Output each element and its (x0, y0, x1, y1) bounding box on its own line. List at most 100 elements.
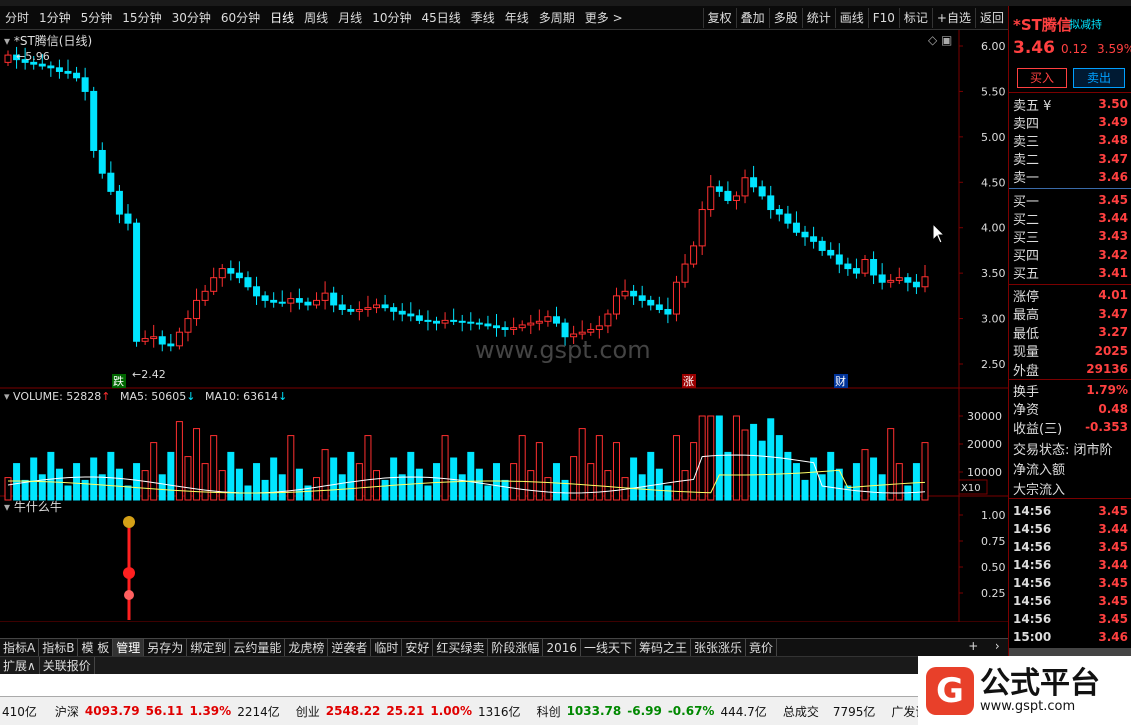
collapse-icon[interactable]: ▾ (4, 500, 10, 514)
volume-bar (484, 485, 492, 501)
tick-time: 14:56 (1013, 540, 1052, 554)
indicator-tab-13[interactable]: 2016 (543, 638, 581, 657)
price-axis-label: 2.50 (981, 358, 1006, 371)
candle-body (707, 186, 715, 211)
period-item-13[interactable]: 多周期 (534, 7, 580, 29)
volume-bar (887, 428, 895, 501)
chevron-right-icon[interactable]: › (995, 639, 1000, 656)
indicator-tab-17[interactable]: 竟价 (746, 638, 778, 657)
volume-bar (201, 463, 209, 501)
sh-label[interactable]: 沪深 (55, 703, 79, 720)
volume-bar (175, 421, 183, 501)
tick-time: 14:56 (1013, 522, 1052, 536)
collapse-icon[interactable]: ▾ (4, 390, 10, 403)
buy-button[interactable]: 买入 (1017, 68, 1067, 88)
volume-bar (501, 479, 509, 501)
toolbar-button-7[interactable]: +自选 (931, 8, 975, 28)
ask-value: 3.48 (1098, 133, 1128, 148)
candle-body (801, 231, 809, 238)
toolbar-button-4[interactable]: 画线 (834, 8, 868, 28)
candle-body (844, 263, 852, 270)
period-item-9[interactable]: 10分钟 (367, 7, 416, 29)
toolbar-button-2[interactable]: 多股 (768, 8, 802, 28)
candle-body (167, 343, 175, 347)
indicator-tab-2[interactable]: 模 板 (78, 638, 114, 657)
stat2-row-1: 净资 0.48 (1013, 400, 1128, 419)
volume-bar (167, 451, 175, 501)
volume-bar (647, 451, 655, 501)
stat-value: 29136 (1086, 362, 1128, 376)
indicator-tab-14[interactable]: 一线天下 (581, 638, 636, 657)
period-item-3[interactable]: 15分钟 (117, 7, 166, 29)
candle-body (184, 318, 192, 333)
toolbar-button-5[interactable]: F10 (867, 8, 899, 28)
candle-body (758, 186, 766, 197)
volume-bar (98, 474, 106, 501)
period-item-11[interactable]: 季线 (466, 7, 500, 29)
toolbar-button-6[interactable]: 标记 (898, 8, 932, 28)
indicator-tab-4[interactable]: 另存为 (144, 638, 188, 657)
plus-icon[interactable]: + (968, 639, 978, 656)
indicator-tab-6[interactable]: 云约量能 (230, 638, 286, 657)
chart-title: ▾ *ST腾信(日线) (4, 32, 92, 49)
sell-button[interactable]: 卖出 (1073, 68, 1125, 88)
period-item-4[interactable]: 30分钟 (167, 7, 216, 29)
volume-bar (878, 474, 886, 501)
volume-bar (364, 435, 372, 501)
indicator-tab-0[interactable]: 指标A (0, 638, 40, 657)
indicator-tab-8[interactable]: 逆袭者 (328, 638, 372, 657)
indicator-tab-16[interactable]: 张张涨乐 (691, 638, 747, 657)
period-item-12[interactable]: 年线 (500, 7, 534, 29)
tick-price: 3.44 (1098, 522, 1128, 536)
period-item-8[interactable]: 月线 (333, 7, 367, 29)
volume-bar (818, 474, 826, 501)
period-item-5[interactable]: 60分钟 (216, 7, 265, 29)
total-label: 总成交 (782, 704, 819, 719)
stat-label: 现量 (1013, 345, 1040, 360)
candle-body (304, 301, 312, 306)
period-item-6[interactable]: 日线 (265, 7, 299, 29)
indicator-tab-11[interactable]: 红买绿卖 (433, 638, 489, 657)
toolbar-button-1[interactable]: 叠加 (735, 8, 769, 28)
indicator-tab-7[interactable]: 龙虎榜 (285, 638, 329, 657)
chart-canvas[interactable]: 6.00 5.50 5.00 4.50 4.00 3.50 3.00 2.50 30000 200… (0, 30, 1008, 622)
candle-body (278, 301, 286, 304)
ext-tab-1[interactable]: 关联报价 (40, 656, 95, 675)
indicator-tab-10[interactable]: 安好 (402, 638, 434, 657)
candle-body (818, 240, 826, 251)
volume-bar (141, 470, 149, 501)
toolbar-button-8[interactable]: 返回 (974, 8, 1008, 28)
price-pct: 3.59% (1097, 42, 1131, 56)
volume-bar (518, 435, 526, 501)
collapse-icon[interactable]: ▾ (4, 34, 10, 48)
candle-body (698, 209, 706, 247)
candle-body (578, 331, 586, 335)
price-axis-label: 3.50 (981, 267, 1006, 280)
period-item-0[interactable]: 分时 (0, 7, 34, 29)
period-item-1[interactable]: 1分钟 (34, 7, 76, 29)
candle-body (193, 299, 201, 320)
block-inflow-label: 大宗流入 (1013, 483, 1066, 498)
indicator-tab-15[interactable]: 筹码之王 (636, 638, 692, 657)
candle-body (638, 295, 646, 301)
diamond-icon[interactable]: ◇ ▣ (928, 33, 952, 47)
candle-body (518, 324, 526, 329)
indicator-tab-3[interactable]: 管理 (113, 638, 145, 657)
stat-row-4: 外盘 29136 (1013, 360, 1128, 379)
indicator-tab-1[interactable]: 指标B (39, 638, 79, 657)
cy-label[interactable]: 创业 (296, 703, 320, 720)
toolbar-button-0[interactable]: 复权 (702, 8, 736, 28)
period-item-7[interactable]: 周线 (299, 7, 333, 29)
ext-tab-0[interactable]: 扩展∧ (0, 656, 40, 675)
stat2-label: 净资 (1013, 403, 1040, 418)
indicator-tab-12[interactable]: 阶段涨幅 (488, 638, 544, 657)
price-axis-label: 3.00 (981, 313, 1006, 326)
indicator-tab-5[interactable]: 绑定到 (187, 638, 231, 657)
period-item-2[interactable]: 5分钟 (76, 7, 118, 29)
kc-label[interactable]: 科创 (537, 703, 561, 720)
toolbar-button-3[interactable]: 统计 (801, 8, 835, 28)
indicator-tab-9[interactable]: 临时 (371, 638, 403, 657)
period-item-14[interactable]: 更多 > (580, 7, 628, 29)
candle-body (201, 290, 209, 301)
period-item-10[interactable]: 45日线 (416, 7, 465, 29)
